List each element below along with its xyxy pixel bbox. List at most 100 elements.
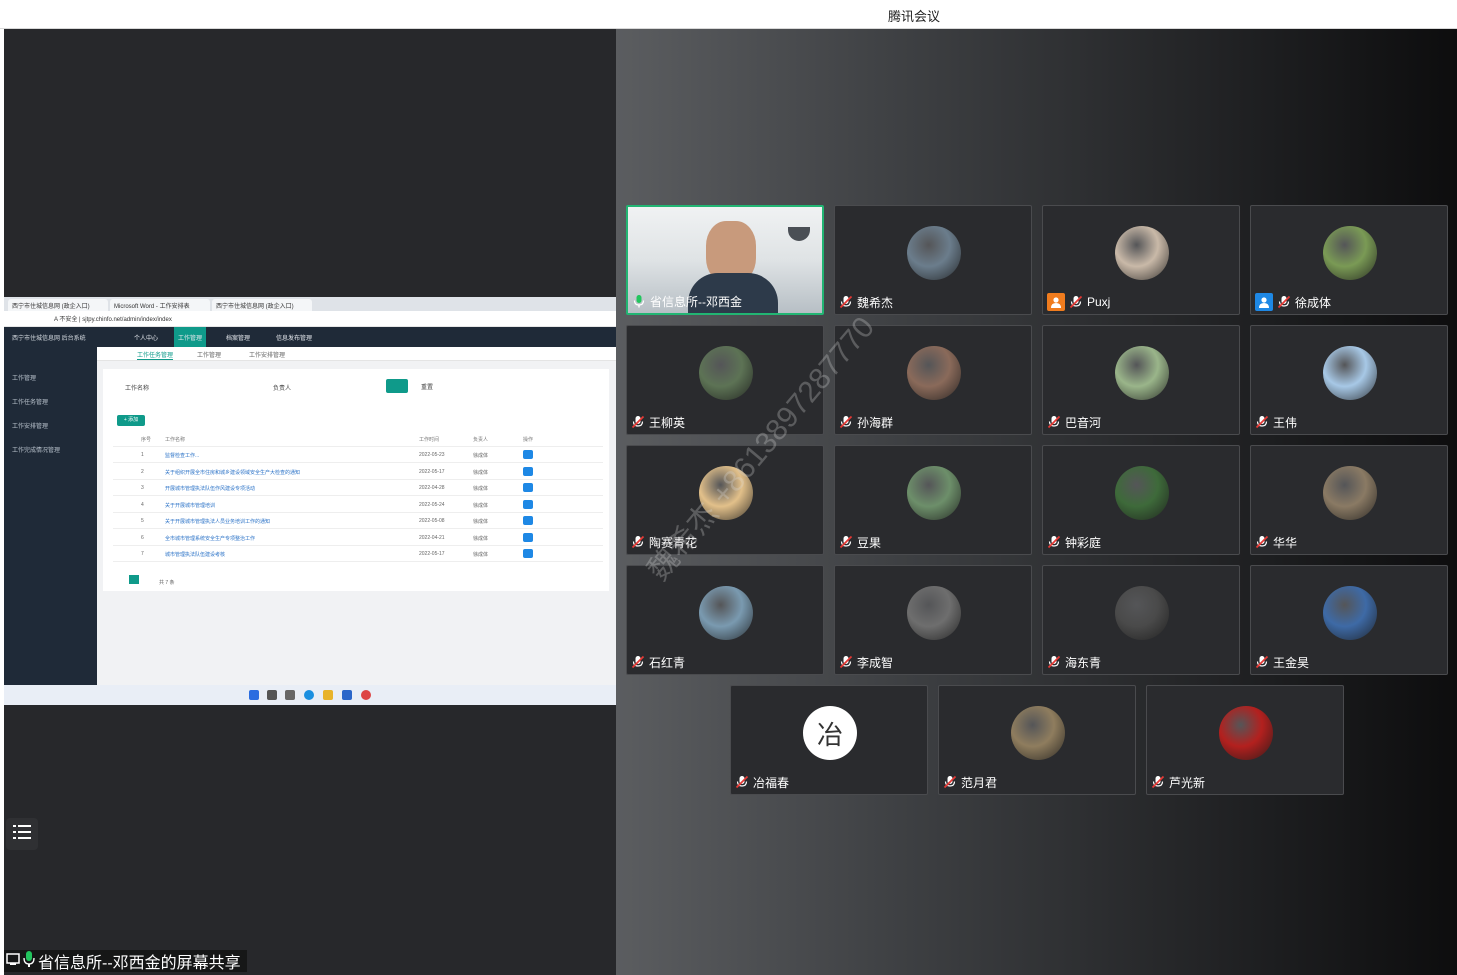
browser-tab[interactable]: 西宁市住城信息网 (政企入口): [212, 299, 312, 311]
row-person: 徐成体: [473, 469, 489, 476]
share-caption-text: 省信息所--邓西金的屏幕共享: [38, 955, 241, 972]
row-name-link[interactable]: 关于组织开展全市住房和城乡建设领域安全生产大检查的通知: [165, 469, 300, 476]
nav-item[interactable]: 信息发布管理: [276, 333, 312, 342]
browser-address-bar[interactable]: A 不安全 | sjtpy.chinfo.net/admin/index/ind…: [4, 311, 616, 327]
participant-label: 省信息所--邓西金: [632, 292, 742, 310]
participant-tile[interactable]: 孙海群: [834, 325, 1032, 435]
participant-tile[interactable]: 省信息所--邓西金: [626, 205, 824, 315]
participant-tile[interactable]: 豆果: [834, 445, 1032, 555]
edit-icon[interactable]: [523, 516, 533, 525]
chrome-icon[interactable]: [361, 690, 371, 700]
nav-item[interactable]: 个人中心: [134, 333, 158, 342]
participant-name: Puxj: [1087, 295, 1111, 309]
mic-muted-icon: [1047, 415, 1061, 429]
os-taskbar: [4, 685, 616, 705]
content-tab[interactable]: 工作安排管理: [249, 350, 285, 359]
mic-muted-icon: [1047, 535, 1061, 549]
edit-icon[interactable]: [523, 483, 533, 492]
table-row[interactable]: 4 关于开展城市管理培训 2022-05-24 徐成体: [113, 497, 603, 513]
row-name-link[interactable]: 关于开展城市管理执法人员业务培训工作的通知: [165, 518, 270, 525]
row-name-link[interactable]: 开展城市管理执法队伍作风建设专项活动: [165, 485, 255, 492]
row-date: 2022-05-24: [419, 501, 445, 508]
participant-tile[interactable]: 徐成体: [1250, 205, 1448, 315]
avatar: [699, 466, 753, 520]
pager-current[interactable]: [129, 575, 139, 584]
browser-tab[interactable]: 西宁市住城信息网 (政企入口): [8, 299, 108, 311]
participant-tile[interactable]: 冶冶福春: [730, 685, 928, 795]
participant-name: 范月君: [961, 775, 998, 790]
row-date: 2022-04-28: [419, 485, 445, 491]
participant-tile[interactable]: Puxj: [1042, 205, 1240, 315]
participant-tile[interactable]: 巴音河: [1042, 325, 1240, 435]
avatar: [1115, 226, 1169, 280]
participant-tile[interactable]: 王柳英: [626, 325, 824, 435]
participant-name: 华华: [1273, 535, 1298, 550]
participant-name: 石红青: [649, 655, 686, 670]
row-date: 2022-05-17: [419, 551, 445, 557]
participant-tile[interactable]: 石红青: [626, 565, 824, 675]
nav-item-active[interactable]: 工作管理: [174, 327, 207, 347]
participant-tile[interactable]: 海东青: [1042, 565, 1240, 675]
screen-share-icon: [6, 952, 20, 971]
content-tab-active[interactable]: 工作任务管理: [137, 350, 174, 360]
row-name-link[interactable]: 监督检查工作...: [165, 452, 199, 459]
search-icon[interactable]: [267, 690, 277, 700]
participant-name: 豆果: [857, 535, 882, 550]
browser-url[interactable]: A 不安全 | sjtpy.chinfo.net/admin/index/ind…: [54, 314, 172, 323]
table-row[interactable]: 1 监督检查工作... 2022-05-23 徐成体: [113, 447, 603, 463]
avatar: [1115, 586, 1169, 640]
start-icon[interactable]: [249, 690, 259, 700]
table-row[interactable]: 3 开展城市管理执法队伍作风建设专项活动 2022-04-28 徐成体: [113, 480, 603, 496]
row-name-link[interactable]: 关于开展城市管理培训: [165, 502, 215, 509]
edit-icon[interactable]: [523, 466, 533, 476]
table-row[interactable]: 5 关于开展城市管理执法人员业务培训工作的通知 2022-05-08 徐成体: [113, 513, 603, 529]
row-index: 6: [141, 534, 144, 541]
participant-name: 芦光新: [1169, 775, 1206, 790]
participant-grid-pane: 省信息所--邓西金 魏希杰 Puxj 徐成体王柳英 孙海群 巴音河 王伟陶赛青花 豆果 钟彩庭 华…: [616, 29, 1457, 975]
folder-icon[interactable]: [323, 690, 333, 700]
shared-screen[interactable]: 西宁市住城信息网 (政企入口) Microsoft Word - 工作安排表 西…: [4, 297, 616, 705]
table-row[interactable]: 7 城市管理执法队伍建设考核 2022-05-17 徐成体: [113, 546, 603, 562]
search-button[interactable]: [386, 379, 408, 393]
participant-name: 徐成体: [1295, 295, 1332, 310]
browser-tab[interactable]: Microsoft Word - 工作安排表: [110, 299, 210, 311]
content-tab[interactable]: 工作管理: [197, 350, 221, 359]
nav-item[interactable]: 档案管理: [226, 333, 250, 342]
participant-tile[interactable]: 范月君: [938, 685, 1136, 795]
app-sidebar: 工作管理 工作任务管理 工作安排管理 工作完成情况管理: [4, 347, 97, 685]
participant-tile[interactable]: 王伟: [1250, 325, 1448, 435]
participant-tile[interactable]: 华华: [1250, 445, 1448, 555]
participant-label: 冶福春: [735, 773, 789, 791]
participant-tile[interactable]: 魏希杰: [834, 205, 1032, 315]
sidebar-item[interactable]: 工作安排管理: [12, 421, 48, 430]
pager[interactable]: 共 7 条: [129, 575, 175, 586]
edit-icon[interactable]: [523, 499, 533, 509]
reset-button[interactable]: 重置: [421, 382, 433, 391]
row-index: 5: [141, 518, 144, 524]
participant-tile[interactable]: 李成智: [834, 565, 1032, 675]
mic-muted-icon: [631, 535, 645, 549]
edit-icon[interactable]: [523, 549, 533, 558]
sidebar-item[interactable]: 工作管理: [12, 373, 36, 382]
taskview-icon[interactable]: [285, 690, 295, 700]
edit-icon[interactable]: [523, 450, 533, 459]
participant-tile[interactable]: 王金昊: [1250, 565, 1448, 675]
row-name-link[interactable]: 城市管理执法队伍建设考核: [165, 551, 225, 558]
edit-icon[interactable]: [523, 532, 533, 542]
participant-name: 巴音河: [1065, 415, 1102, 430]
app-icon[interactable]: [342, 690, 352, 700]
participant-tile[interactable]: 陶赛青花: [626, 445, 824, 555]
participant-tile[interactable]: 钟彩庭: [1042, 445, 1240, 555]
header-date: 工作时间: [419, 437, 440, 443]
avatar: [1115, 466, 1169, 520]
edge-icon[interactable]: [304, 690, 314, 700]
sidebar-item[interactable]: 工作完成情况管理: [12, 445, 60, 454]
sidebar-item[interactable]: 工作任务管理: [12, 397, 48, 406]
table-row[interactable]: 6 全市城市管理系统安全生产专项整治工作 2022-04-21 徐成体: [113, 530, 603, 546]
add-button[interactable]: + 添加: [117, 415, 145, 426]
participant-label: 石红青: [631, 653, 685, 671]
row-name-link[interactable]: 全市城市管理系统安全生产专项整治工作: [165, 535, 255, 542]
participant-tile[interactable]: 芦光新: [1146, 685, 1344, 795]
table-row[interactable]: 2 关于组织开展全市住房和城乡建设领域安全生产大检查的通知 2022-05-17 徐成…: [113, 464, 603, 480]
member-list-button[interactable]: [6, 818, 38, 850]
